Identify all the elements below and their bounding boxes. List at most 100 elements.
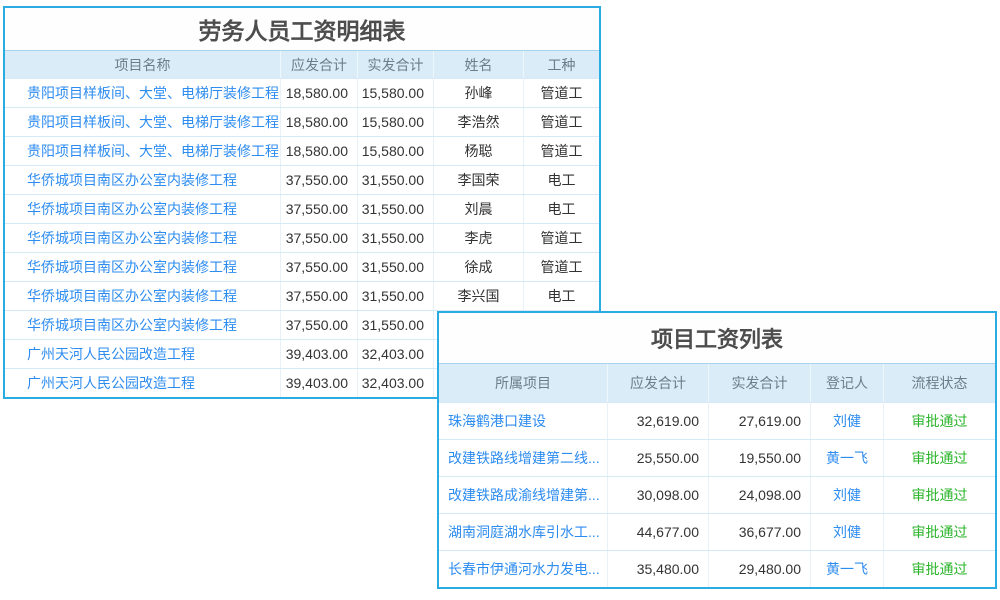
paid-total-cell: 24,098.00 — [708, 477, 810, 513]
table-row: 湖南洞庭湖水库引水工... 44,677.00 36,677.00 刘健 审批通… — [439, 513, 995, 550]
payable-total-cell: 30,098.00 — [607, 477, 708, 513]
table-row: 华侨城项目南区办公室内装修工程 37,550.00 31,550.00 徐成 管… — [5, 252, 599, 281]
paid-total-cell: 31,550.00 — [357, 282, 433, 310]
payable-total-cell: 18,580.00 — [280, 137, 357, 165]
job-type-cell: 管道工 — [523, 108, 599, 136]
project-name-link[interactable]: 华侨城项目南区办公室内装修工程 — [5, 253, 280, 281]
payable-total-cell: 18,580.00 — [280, 79, 357, 107]
registrant-link[interactable]: 黄一飞 — [810, 551, 883, 587]
table-row: 改建铁路线增建第二线... 25,550.00 19,550.00 黄一飞 审批… — [439, 439, 995, 476]
payable-total-cell: 37,550.00 — [280, 195, 357, 223]
column-header-payable-total: 应发合计 — [607, 364, 708, 402]
project-name-link[interactable]: 贵阳项目样板间、大堂、电梯厅装修工程 — [5, 137, 280, 165]
payable-total-cell: 35,480.00 — [607, 551, 708, 587]
worker-name-cell: 刘晨 — [433, 195, 523, 223]
job-type-cell: 电工 — [523, 166, 599, 194]
project-name-link[interactable]: 华侨城项目南区办公室内装修工程 — [5, 166, 280, 194]
job-type-cell: 电工 — [523, 282, 599, 310]
registrant-link[interactable]: 刘健 — [810, 403, 883, 439]
worker-name-cell: 李虎 — [433, 224, 523, 252]
column-header-workflow-status: 流程状态 — [883, 364, 995, 402]
payable-total-cell: 37,550.00 — [280, 224, 357, 252]
paid-total-cell: 19,550.00 — [708, 440, 810, 476]
table-row: 华侨城项目南区办公室内装修工程 37,550.00 31,550.00 李国荣 … — [5, 165, 599, 194]
column-header-payable-total: 应发合计 — [280, 51, 357, 78]
project-name-link[interactable]: 华侨城项目南区办公室内装修工程 — [5, 224, 280, 252]
paid-total-cell: 15,580.00 — [357, 79, 433, 107]
column-header-project-name: 项目名称 — [5, 51, 280, 78]
job-type-cell: 管道工 — [523, 137, 599, 165]
payable-total-cell: 37,550.00 — [280, 166, 357, 194]
table-row: 珠海鹤港口建设 32,619.00 27,619.00 刘健 审批通过 — [439, 402, 995, 439]
column-header-paid-total: 实发合计 — [708, 364, 810, 402]
paid-total-cell: 15,580.00 — [357, 137, 433, 165]
project-link[interactable]: 长春市伊通河水力发电... — [439, 551, 607, 587]
table-title: 劳务人员工资明细表 — [5, 8, 599, 50]
payable-total-cell: 37,550.00 — [280, 311, 357, 339]
worker-name-cell: 孙峰 — [433, 79, 523, 107]
payable-total-cell: 18,580.00 — [280, 108, 357, 136]
job-type-cell: 电工 — [523, 195, 599, 223]
registrant-link[interactable]: 刘健 — [810, 514, 883, 550]
table-row: 贵阳项目样板间、大堂、电梯厅装修工程 18,580.00 15,580.00 孙… — [5, 78, 599, 107]
column-header-job-type: 工种 — [523, 51, 599, 78]
payable-total-cell: 39,403.00 — [280, 340, 357, 368]
paid-total-cell: 32,403.00 — [357, 340, 433, 368]
project-name-link[interactable]: 华侨城项目南区办公室内装修工程 — [5, 311, 280, 339]
job-type-cell: 管道工 — [523, 79, 599, 107]
registrant-link[interactable]: 刘健 — [810, 477, 883, 513]
project-name-link[interactable]: 广州天河人民公园改造工程 — [5, 340, 280, 368]
job-type-cell: 管道工 — [523, 253, 599, 281]
project-name-link[interactable]: 贵阳项目样板间、大堂、电梯厅装修工程 — [5, 79, 280, 107]
paid-total-cell: 15,580.00 — [357, 108, 433, 136]
registrant-link[interactable]: 黄一飞 — [810, 440, 883, 476]
paid-total-cell: 29,480.00 — [708, 551, 810, 587]
workflow-status-badge: 审批通过 — [883, 514, 995, 550]
column-header-registrant: 登记人 — [810, 364, 883, 402]
table-header-row: 所属项目 应发合计 实发合计 登记人 流程状态 — [439, 363, 995, 402]
table-row: 华侨城项目南区办公室内装修工程 37,550.00 31,550.00 李兴国 … — [5, 281, 599, 310]
worker-name-cell: 徐成 — [433, 253, 523, 281]
paid-total-cell: 31,550.00 — [357, 166, 433, 194]
paid-total-cell: 31,550.00 — [357, 195, 433, 223]
table-row: 贵阳项目样板间、大堂、电梯厅装修工程 18,580.00 15,580.00 李… — [5, 107, 599, 136]
project-link[interactable]: 湖南洞庭湖水库引水工... — [439, 514, 607, 550]
project-link[interactable]: 改建铁路线增建第二线... — [439, 440, 607, 476]
paid-total-cell: 36,677.00 — [708, 514, 810, 550]
workflow-status-badge: 审批通过 — [883, 403, 995, 439]
project-name-link[interactable]: 广州天河人民公园改造工程 — [5, 369, 280, 397]
paid-total-cell: 32,403.00 — [357, 369, 433, 397]
column-header-project: 所属项目 — [439, 364, 607, 402]
payable-total-cell: 32,619.00 — [607, 403, 708, 439]
table-row: 长春市伊通河水力发电... 35,480.00 29,480.00 黄一飞 审批… — [439, 550, 995, 587]
project-name-link[interactable]: 华侨城项目南区办公室内装修工程 — [5, 282, 280, 310]
paid-total-cell: 31,550.00 — [357, 224, 433, 252]
job-type-cell: 管道工 — [523, 224, 599, 252]
payable-total-cell: 37,550.00 — [280, 253, 357, 281]
table-row: 改建铁路成渝线增建第... 30,098.00 24,098.00 刘健 审批通… — [439, 476, 995, 513]
payable-total-cell: 44,677.00 — [607, 514, 708, 550]
table-title: 项目工资列表 — [439, 313, 995, 363]
worker-name-cell: 李国荣 — [433, 166, 523, 194]
column-header-paid-total: 实发合计 — [357, 51, 433, 78]
payable-total-cell: 39,403.00 — [280, 369, 357, 397]
paid-total-cell: 31,550.00 — [357, 311, 433, 339]
workflow-status-badge: 审批通过 — [883, 440, 995, 476]
column-header-name: 姓名 — [433, 51, 523, 78]
paid-total-cell: 31,550.00 — [357, 253, 433, 281]
payable-total-cell: 25,550.00 — [607, 440, 708, 476]
payable-total-cell: 37,550.00 — [280, 282, 357, 310]
project-link[interactable]: 改建铁路成渝线增建第... — [439, 477, 607, 513]
project-name-link[interactable]: 贵阳项目样板间、大堂、电梯厅装修工程 — [5, 108, 280, 136]
project-salary-list-table: 项目工资列表 所属项目 应发合计 实发合计 登记人 流程状态 珠海鹤港口建设 3… — [437, 311, 997, 589]
table-header-row: 项目名称 应发合计 实发合计 姓名 工种 — [5, 50, 599, 78]
project-name-link[interactable]: 华侨城项目南区办公室内装修工程 — [5, 195, 280, 223]
worker-name-cell: 李浩然 — [433, 108, 523, 136]
worker-name-cell: 杨聪 — [433, 137, 523, 165]
workflow-status-badge: 审批通过 — [883, 551, 995, 587]
workflow-status-badge: 审批通过 — [883, 477, 995, 513]
paid-total-cell: 27,619.00 — [708, 403, 810, 439]
project-link[interactable]: 珠海鹤港口建设 — [439, 403, 607, 439]
worker-name-cell: 李兴国 — [433, 282, 523, 310]
table-row: 华侨城项目南区办公室内装修工程 37,550.00 31,550.00 刘晨 电… — [5, 194, 599, 223]
